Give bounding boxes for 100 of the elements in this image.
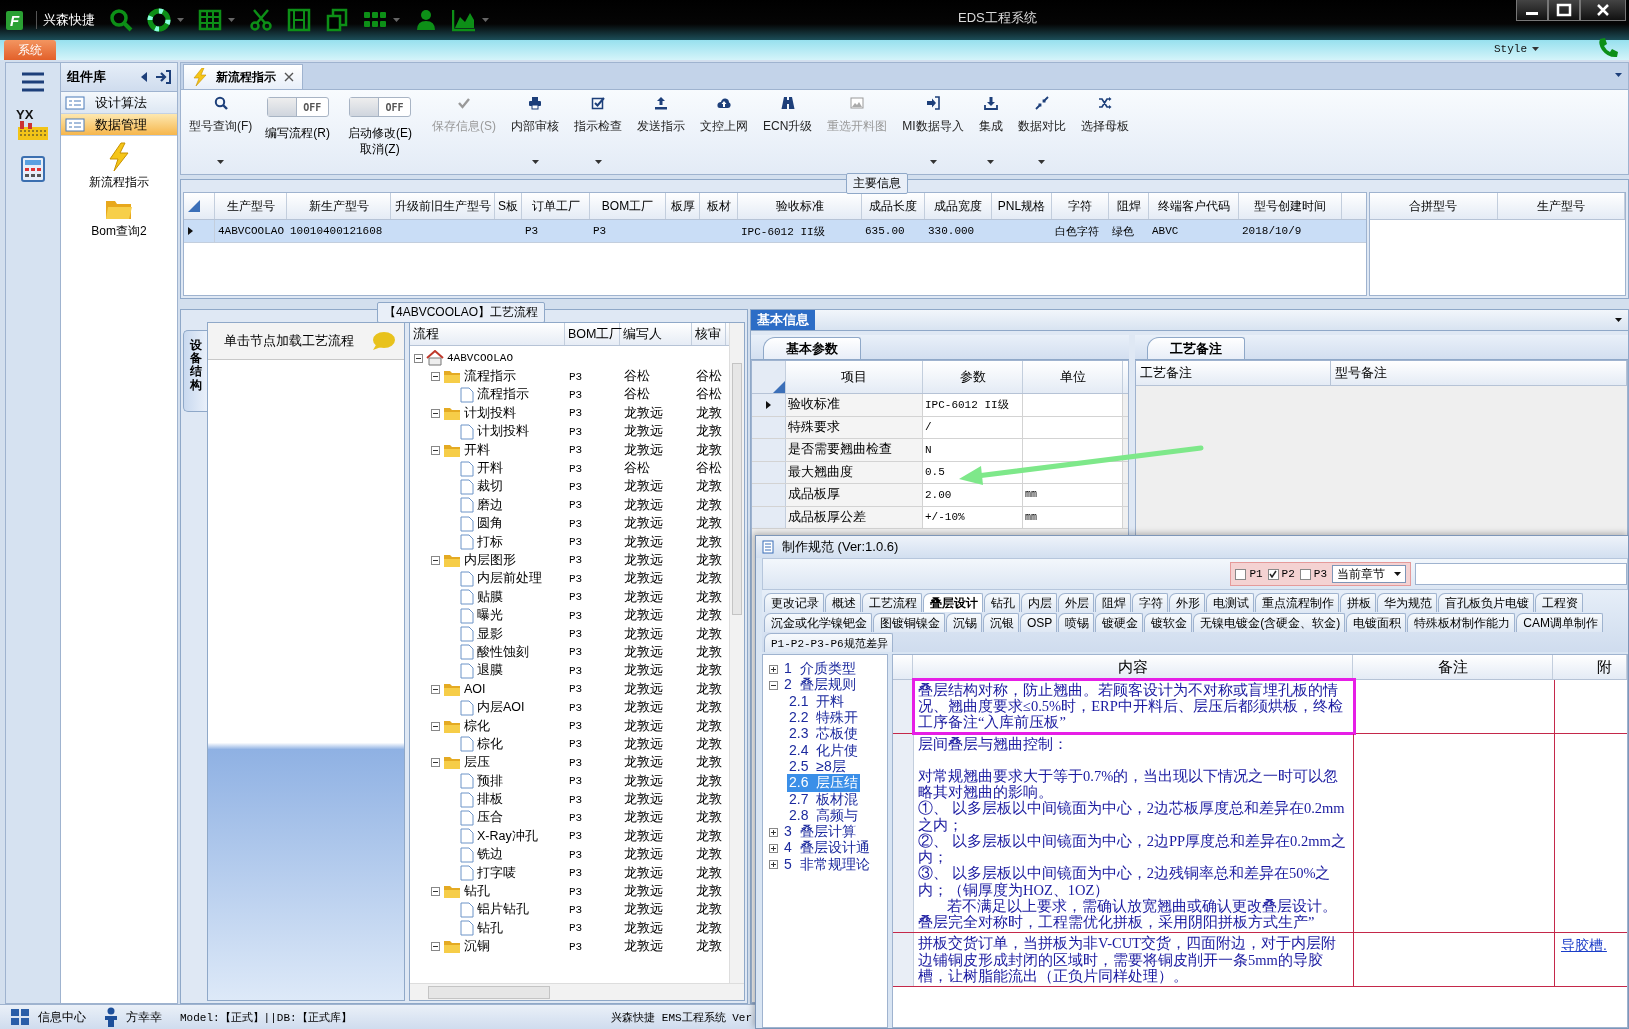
table-row[interactable]: 4ABVCOOLAO 10010400121608 P3 P3 IPC-6012 II级 635.00 330.000 白色字符 绿色 ABVC 2018/10/9 [184, 220, 1366, 243]
expander-icon[interactable] [769, 664, 778, 674]
tab[interactable]: 镀硬金 [1095, 613, 1144, 632]
tree-node[interactable]: 酸性蚀刻 [477, 643, 529, 661]
shortcut-item[interactable]: 新流程指示 [61, 142, 177, 191]
tree-node[interactable]: 圆角 [477, 515, 503, 533]
expander-icon[interactable] [431, 445, 440, 455]
tree-node[interactable]: 打字唛 [477, 864, 516, 882]
tab[interactable]: 电测试 [1206, 593, 1254, 612]
tab[interactable]: CAM调单制作 [1516, 613, 1603, 632]
tree-node[interactable]: 退膜 [477, 662, 503, 680]
table-row[interactable]: 验收标准 IPC-6012 II级 [752, 394, 1128, 417]
tab[interactable]: 喷锡 [1058, 613, 1095, 632]
tree-node[interactable]: 计划投料 [477, 423, 529, 441]
expander-icon[interactable] [769, 680, 778, 690]
tree-node[interactable]: 贴膜 [477, 588, 503, 606]
sidebar-item[interactable]: 数据管理 [61, 114, 177, 136]
tab[interactable]: 拼板 [1340, 593, 1376, 612]
maximize-icon[interactable] [1548, 0, 1580, 21]
tab[interactable]: 工程资 [1535, 593, 1583, 612]
tree-node[interactable]: 棕化 [464, 717, 490, 735]
tab[interactable]: 镀软金 [1144, 613, 1193, 632]
table-row[interactable]: 最大翘曲度 0.5 [752, 461, 1128, 484]
attachment-link[interactable]: 导胶槽. [1561, 937, 1607, 954]
film-icon[interactable] [287, 8, 311, 32]
checkbox[interactable]: P3 [1299, 568, 1327, 580]
tree-node[interactable]: 铝片钻孔 [477, 901, 529, 919]
phone-icon[interactable] [1596, 36, 1618, 58]
tree-node[interactable]: 显影 [477, 625, 503, 643]
tree-node[interactable]: 沉铜 [464, 938, 490, 956]
tree-node[interactable]: 2.7 板材混 [787, 790, 861, 809]
toggle-switch[interactable]: OFF [349, 97, 411, 117]
tree-node[interactable]: 磨边 [477, 496, 503, 514]
toolbar-button[interactable]: 内部审核 [505, 90, 565, 170]
tree-node[interactable]: 流程指示 [464, 368, 516, 386]
tree-node[interactable]: 2.8 高频与 [787, 806, 861, 825]
checkbox[interactable]: P2 [1267, 568, 1295, 580]
dropdown-caret-icon[interactable] [929, 160, 937, 164]
tree-node[interactable]: X-Ray冲孔 [477, 827, 538, 845]
tab[interactable]: P1-P2-P3-P6规范差异 [764, 633, 893, 652]
tree-node[interactable]: 流程指示 [477, 386, 529, 404]
checkbox[interactable]: P1 [1235, 568, 1263, 580]
minimize-icon[interactable] [1516, 0, 1548, 21]
tree-node[interactable]: 压合 [477, 809, 503, 827]
dropdown-caret-icon[interactable] [217, 160, 225, 164]
tab[interactable]: 内层 [1021, 593, 1057, 612]
dropdown-caret-icon[interactable] [594, 160, 602, 164]
toggle-switch[interactable]: OFF [266, 97, 329, 117]
tree-node[interactable]: 内层前处理 [477, 570, 542, 588]
side-tab[interactable]: 设备结构 [183, 330, 207, 412]
tab[interactable]: 特殊板材制作能力 [1407, 613, 1516, 632]
tab[interactable]: 更改记录 [764, 593, 824, 612]
tab[interactable]: 盲孔板负片电镀 [1438, 593, 1534, 612]
chapter-dropdown[interactable]: 当前章节 [1332, 565, 1406, 583]
expander-icon[interactable] [431, 408, 440, 418]
row-header[interactable] [893, 680, 914, 733]
lifebuoy-icon[interactable] [147, 8, 171, 32]
tree-node[interactable]: 排板 [477, 791, 503, 809]
dropdown-caret-icon[interactable] [531, 160, 539, 164]
panel-tab[interactable]: 基本参数 [763, 337, 861, 359]
tree-node[interactable]: 曝光 [477, 607, 503, 625]
tree-node[interactable]: 5 非常规理论 [782, 855, 872, 874]
tab[interactable]: 无镍电镀金(含硬金、软金) [1193, 613, 1346, 632]
close-icon[interactable] [1580, 0, 1626, 21]
factory-logo-icon[interactable]: YX [16, 107, 50, 141]
panel-tab[interactable]: 基本信息 [751, 310, 815, 330]
tree-node[interactable]: 2.5 ≥8层 [787, 757, 848, 776]
tree-node[interactable]: 钻孔 [464, 883, 490, 900]
search-icon[interactable] [109, 8, 133, 32]
tab[interactable]: 钻孔 [984, 593, 1020, 612]
toolbar-button[interactable]: MI数据导入 [896, 90, 970, 170]
tab[interactable]: 重点流程制作 [1255, 593, 1339, 612]
area-chart-icon[interactable] [452, 8, 476, 32]
menu-icon[interactable] [20, 71, 46, 93]
tree-node[interactable]: 2 叠层规则 [782, 676, 858, 695]
toolbar-button[interactable]: 发送指示 [631, 90, 691, 170]
expander-icon[interactable] [414, 353, 423, 363]
dropdown-caret-icon[interactable] [1615, 318, 1622, 322]
tree-node[interactable]: 计划投料 [464, 404, 516, 422]
tab[interactable]: 工艺流程 [862, 593, 922, 612]
dropdown-caret-icon[interactable] [1394, 572, 1401, 576]
toolbar-button[interactable]: 指示检查 [568, 90, 628, 170]
tab[interactable]: 概述 [825, 593, 861, 612]
person-icon[interactable] [414, 8, 438, 32]
copy-icon[interactable] [325, 8, 349, 32]
tab[interactable]: 外形 [1169, 593, 1205, 612]
tree-node[interactable]: 2.1 开料 [787, 692, 847, 711]
toolbar-button[interactable]: 型号查询(F) [183, 90, 259, 170]
tab[interactable]: 阻焊 [1095, 593, 1131, 612]
tree-node[interactable]: 4 叠层设计通 [782, 839, 872, 858]
close-icon[interactable] [284, 72, 294, 82]
grid-icon[interactable] [198, 8, 222, 32]
dropdown-caret-icon[interactable] [1532, 47, 1539, 51]
tab[interactable]: 沉锡 [946, 613, 982, 632]
expander-icon[interactable] [431, 684, 440, 694]
dropdown-caret-icon[interactable] [1038, 160, 1046, 164]
expander-icon[interactable] [431, 758, 440, 768]
table-row[interactable]: 成品板厚 2.00 mm [752, 484, 1128, 507]
tree-node[interactable]: 层压 [464, 754, 490, 772]
expander-icon[interactable] [769, 843, 778, 853]
